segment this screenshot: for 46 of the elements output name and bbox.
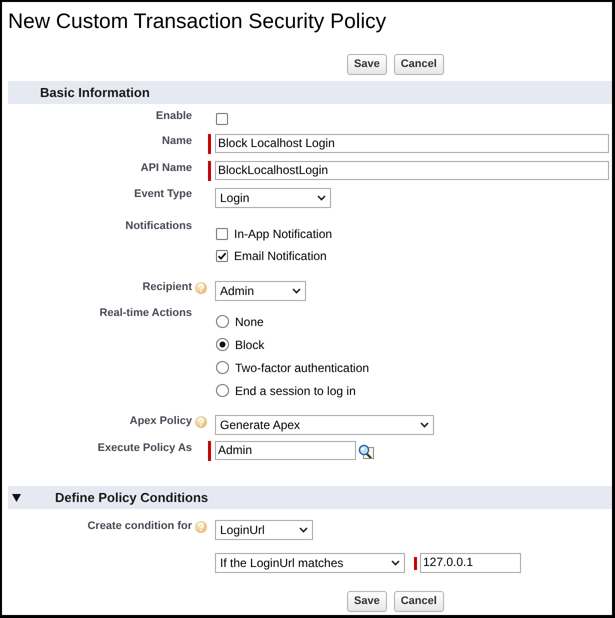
field-label: Execute Policy As [98,441,192,455]
dropdown[interactable]: Admin [215,281,306,301]
option-label: End a session to log in [235,384,356,398]
section-title: Basic Information [40,84,150,100]
dropdown[interactable]: If the LoginUrl matches [215,553,405,573]
field-label: Apex Policy [130,414,192,428]
field-label: API Name [140,161,192,175]
chevron-down-icon [391,560,400,566]
option-label: In-App Notification [234,227,332,241]
field-label: Enable [156,109,192,123]
radio-button[interactable] [216,361,229,374]
option-label: Email Notification [234,249,327,263]
chevron-down-icon [317,195,326,201]
chevron-down-icon [299,527,308,533]
text-field[interactable]: Admin [215,441,356,460]
option-label: Block [235,338,264,352]
cancel-button[interactable]: Cancel [394,591,444,612]
save-button[interactable]: Save [347,54,387,75]
dropdown[interactable]: Generate Apex [215,415,434,435]
chevron-down-icon [420,422,429,428]
field-label: Real-time Actions [99,306,192,320]
section-title: Define Policy Conditions [55,490,208,506]
save-button[interactable]: Save [347,591,387,612]
text-field[interactable]: BlockLocalhostLogin [215,161,609,180]
checkbox[interactable] [216,113,228,125]
caret-down-icon[interactable] [12,494,21,502]
checkbox[interactable] [216,228,228,240]
radio-button[interactable] [216,338,229,351]
text-field[interactable]: 127.0.0.1 [420,553,521,573]
chevron-down-icon [292,288,301,294]
option-label: Two-factor authentication [235,360,370,374]
radio-button[interactable] [216,315,229,328]
field-label: Name [162,134,192,148]
checkbox[interactable] [216,250,228,262]
option-label: None [235,314,264,328]
field-label: Notifications [125,219,192,233]
page-title: New Custom Transaction Security Policy [8,11,388,32]
radio-button[interactable] [216,384,229,397]
dropdown[interactable]: Login [215,188,331,208]
cancel-button[interactable]: Cancel [394,54,444,75]
dropdown[interactable]: LoginUrl [215,520,313,540]
field-label: Create condition for [87,519,192,533]
field-label: Recipient [142,280,192,294]
search-icon[interactable] [358,444,374,460]
text-field[interactable]: Block Localhost Login [215,134,609,153]
field-label: Event Type [134,187,192,201]
